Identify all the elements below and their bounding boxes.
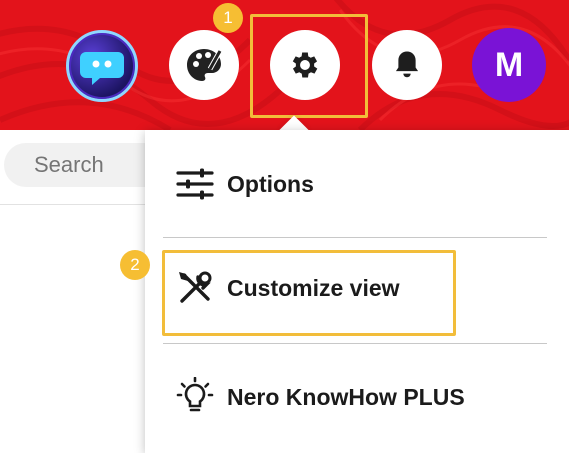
notifications-button[interactable] <box>372 30 442 100</box>
menu-item-label: Nero KnowHow PLUS <box>227 383 465 410</box>
menu-separator <box>163 237 547 238</box>
palette-icon <box>187 49 223 81</box>
menu-item-label: Options <box>227 170 314 197</box>
sliders-icon <box>173 167 217 201</box>
bell-icon <box>395 51 419 78</box>
lightbulb-icon <box>173 377 217 417</box>
robot-chat-icon <box>80 52 124 85</box>
customize-view-highlight <box>162 250 456 336</box>
user-avatar[interactable]: M <box>472 28 546 102</box>
callout-number: 2 <box>120 250 150 280</box>
menu-separator <box>163 343 547 344</box>
menu-item-nero-knowhow-plus[interactable]: Nero KnowHow PLUS <box>145 375 569 419</box>
menu-item-options[interactable]: Options <box>145 162 569 206</box>
assistant-avatar[interactable] <box>66 30 138 102</box>
page-divider <box>0 204 150 205</box>
callout-number: 1 <box>213 3 243 33</box>
themes-button[interactable] <box>169 30 239 100</box>
settings-highlight <box>250 14 368 118</box>
